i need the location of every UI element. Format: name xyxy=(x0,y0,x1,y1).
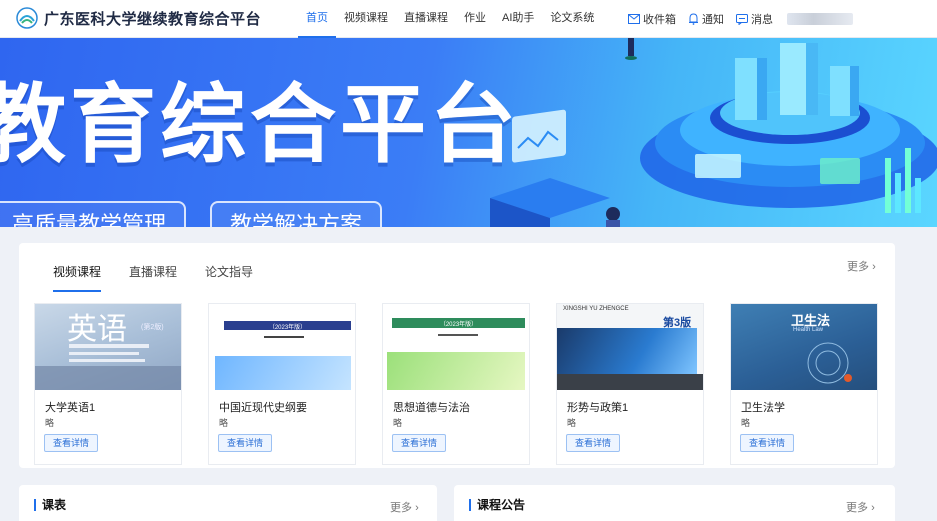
cover-image xyxy=(215,356,351,390)
view-details-button[interactable]: 查看详情 xyxy=(44,434,98,452)
cover-line xyxy=(69,359,145,362)
courses-more-link[interactable]: 更多 › xyxy=(847,258,876,274)
inbox-button[interactable]: 收件箱 xyxy=(628,11,676,27)
course-cover: （2023年版） xyxy=(383,304,529,390)
course-card[interactable]: 英语 (第2版) 大学英语1 略 查看详情 xyxy=(34,303,182,465)
cover-title: XINGSHI YU ZHENGCE xyxy=(563,306,629,312)
course-desc: 略 xyxy=(393,418,403,428)
chevron-right-icon: › xyxy=(872,261,876,273)
message-button[interactable]: 消息 xyxy=(736,11,773,27)
schedule-title: 课表 xyxy=(34,499,66,511)
cover-image xyxy=(807,342,852,384)
main-nav: 首页 视频课程 直播课程 作业 AI助手 论文系统 xyxy=(298,0,602,38)
chevron-right-icon: › xyxy=(415,502,419,514)
cover-edition: （2023年版） xyxy=(268,325,307,331)
course-card[interactable]: （2023年版） 中国近现代史纲要 略 查看详情 xyxy=(208,303,356,465)
course-panel: 视频课程 直播课程 论文指导 更多 › 英语 (第2版) 大学英语1 略 查看详… xyxy=(19,243,895,468)
notice-title: 课程公告 xyxy=(469,499,525,511)
banner-pill-quality: 高质量教学管理 xyxy=(0,201,187,227)
nav-live-courses[interactable]: 直播课程 xyxy=(396,0,456,38)
notice-more-link[interactable]: 更多 › xyxy=(846,499,875,515)
nav-home[interactable]: 首页 xyxy=(298,0,336,38)
site-title[interactable]: 广东医科大学继续教育综合平台 xyxy=(44,8,261,29)
chat-icon xyxy=(736,13,748,25)
course-title: 形势与政策1 xyxy=(567,402,629,414)
course-card[interactable]: （2023年版） 思想道德与法治 略 查看详情 xyxy=(382,303,530,465)
logo-icon xyxy=(16,7,38,29)
course-desc: 略 xyxy=(219,418,229,428)
course-tabs: 视频课程 直播课程 论文指导 xyxy=(53,263,281,292)
course-title: 中国近现代史纲要 xyxy=(219,402,307,414)
cover-line xyxy=(69,352,139,355)
course-card[interactable]: 卫生法 Health Law 卫生法学 略 查看详情 xyxy=(730,303,878,465)
course-title: 卫生法学 xyxy=(741,402,785,414)
schedule-panel: 课表 更多 › xyxy=(19,485,437,521)
banner-illustration xyxy=(490,38,937,227)
user-avatar[interactable] xyxy=(787,13,853,25)
notify-button[interactable]: 通知 xyxy=(688,11,724,27)
view-details-button[interactable]: 查看详情 xyxy=(566,434,620,452)
header-tools: 收件箱 通知 消息 xyxy=(628,0,853,38)
banner-pill-solution: 教学解决方案 xyxy=(210,201,383,227)
tab-thesis-guidance[interactable]: 论文指导 xyxy=(205,263,253,292)
notify-label: 通知 xyxy=(702,14,724,26)
course-cover: 卫生法 Health Law xyxy=(731,304,877,390)
inbox-label: 收件箱 xyxy=(643,14,676,26)
course-desc: 略 xyxy=(567,418,577,428)
course-card-list: 英语 (第2版) 大学英语1 略 查看详情 （2023年版） 中国近现代史纲要 … xyxy=(34,303,904,465)
cover-edition: (第2版) xyxy=(141,324,164,331)
cover-image xyxy=(557,328,697,374)
cover-line xyxy=(264,336,304,338)
nav-homework[interactable]: 作业 xyxy=(456,0,494,38)
hero-banner: 教育综合平台 高质量教学管理 教学解决方案 xyxy=(0,38,937,227)
cover-band xyxy=(557,374,703,390)
course-desc: 略 xyxy=(741,418,751,428)
bell-icon xyxy=(689,13,698,25)
message-label: 消息 xyxy=(751,14,773,26)
cover-edition: （2023年版） xyxy=(439,322,478,328)
view-details-button[interactable]: 查看详情 xyxy=(392,434,446,452)
course-title: 思想道德与法治 xyxy=(393,402,470,414)
banner-title: 教育综合平台 xyxy=(0,75,520,175)
cover-edition: Health Law xyxy=(793,327,824,333)
course-cover: 英语 (第2版) xyxy=(35,304,181,390)
course-title: 大学英语1 xyxy=(45,402,96,414)
nav-video-courses[interactable]: 视频课程 xyxy=(336,0,396,38)
more-label: 更多 xyxy=(846,502,868,514)
course-cover: XINGSHI YU ZHENGCE 第3版 xyxy=(557,304,703,390)
course-card[interactable]: XINGSHI YU ZHENGCE 第3版 形势与政策1 略 查看详情 xyxy=(556,303,704,465)
more-label: 更多 xyxy=(847,261,869,273)
view-details-button[interactable]: 查看详情 xyxy=(218,434,272,452)
view-details-button[interactable]: 查看详情 xyxy=(740,434,794,452)
tab-live-courses[interactable]: 直播课程 xyxy=(129,263,177,292)
cover-title: 英语 xyxy=(67,312,127,347)
cover-image xyxy=(35,366,181,390)
cover-line xyxy=(69,344,149,348)
top-navbar: 广东医科大学继续教育综合平台 首页 视频课程 直播课程 作业 AI助手 论文系统… xyxy=(0,0,937,38)
schedule-more-link[interactable]: 更多 › xyxy=(390,499,419,515)
nav-ai-assistant[interactable]: AI助手 xyxy=(494,0,542,38)
cover-image xyxy=(387,352,525,390)
notice-panel: 课程公告 更多 › xyxy=(454,485,895,521)
nav-thesis-system[interactable]: 论文系统 xyxy=(542,0,602,38)
mail-icon xyxy=(628,14,640,24)
more-label: 更多 xyxy=(390,502,412,514)
cover-line xyxy=(438,334,478,336)
tab-video-courses[interactable]: 视频课程 xyxy=(53,263,102,292)
chevron-right-icon: › xyxy=(871,502,875,514)
course-cover: （2023年版） xyxy=(209,304,355,390)
course-desc: 略 xyxy=(45,418,55,428)
